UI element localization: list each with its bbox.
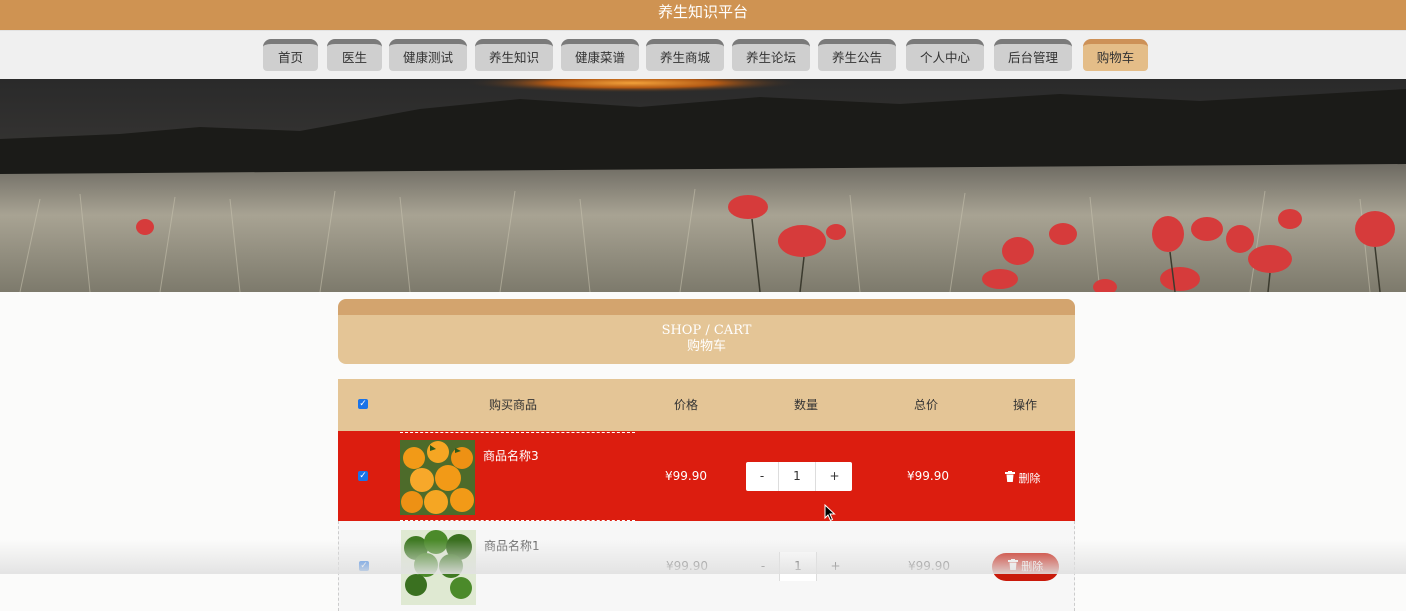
increase-quantity-button[interactable]: + <box>816 552 854 581</box>
nav-item-admin[interactable]: 后台管理 <box>994 39 1072 71</box>
delete-label: 删除 <box>1018 472 1041 485</box>
site-title: 养生知识平台 <box>657 3 748 21</box>
nav-item-recipes[interactable]: 健康菜谱 <box>561 39 639 71</box>
nav-item-profile[interactable]: 个人中心 <box>906 39 984 71</box>
orange-fruit-image <box>400 440 475 515</box>
quantity-value[interactable]: 1 <box>780 552 816 581</box>
delete-button[interactable]: 删除 <box>992 553 1059 581</box>
cart-title-panel: SHOP / CART 购物车 <box>338 299 1075 364</box>
nav-item-doctor[interactable]: 医生 <box>327 39 382 71</box>
col-quantity: 数量 <box>793 398 818 412</box>
cart-title-cn: 购物车 <box>686 339 726 354</box>
trash-icon <box>1005 471 1019 485</box>
nav-item-cart[interactable]: 购物车 <box>1083 39 1148 71</box>
nav-item-announcements[interactable]: 养生公告 <box>818 39 896 71</box>
row-checkbox[interactable]: ✓ <box>358 471 368 481</box>
col-total: 总价 <box>913 398 938 412</box>
product-price: ¥99.90 <box>666 559 708 573</box>
nav-item-mall[interactable]: 养生商城 <box>646 39 724 71</box>
col-product: 购买商品 <box>488 398 537 412</box>
delete-label: 删除 <box>1021 560 1044 573</box>
row-divider <box>400 432 635 433</box>
product-total: ¥99.90 <box>908 559 950 573</box>
decrease-quantity-button[interactable]: - <box>747 552 780 581</box>
nav-item-health-test[interactable]: 健康测试 <box>389 39 467 71</box>
product-name[interactable]: 商品名称3 <box>483 447 539 464</box>
broccoli-image <box>401 530 476 605</box>
select-all-checkbox[interactable]: ✓ <box>358 399 368 409</box>
row-checkbox[interactable]: ✓ <box>359 561 369 571</box>
quantity-value[interactable]: 1 <box>779 462 815 491</box>
col-price: 价格 <box>673 398 698 412</box>
hero-banner <box>0 79 1406 292</box>
product-thumbnail[interactable] <box>400 440 475 515</box>
site-header: 养生知识平台 <box>0 0 1406 30</box>
quantity-stepper: - 1 + <box>747 552 853 581</box>
poppy-field-image <box>0 79 1406 292</box>
product-name[interactable]: 商品名称1 <box>484 537 540 554</box>
col-action: 操作 <box>1012 398 1037 412</box>
trash-icon <box>1007 559 1022 573</box>
nav-item-forum[interactable]: 养生论坛 <box>732 39 810 71</box>
decrease-quantity-button[interactable]: - <box>746 462 779 491</box>
product-total: ¥99.90 <box>907 469 949 483</box>
main-nav: 首页 医生 健康测试 养生知识 健康菜谱 养生商城 养生论坛 养生公告 个人中心… <box>0 30 1406 80</box>
nav-item-home[interactable]: 首页 <box>263 39 318 71</box>
product-thumbnail[interactable] <box>401 530 476 605</box>
product-price: ¥99.90 <box>665 469 707 483</box>
increase-quantity-button[interactable]: + <box>815 462 853 491</box>
table-row: ✓ 商品名称1 ¥99.90 - 1 + ¥99.90 删除 <box>338 521 1075 611</box>
quantity-stepper: - 1 + <box>746 462 852 491</box>
delete-button[interactable]: 删除 <box>1005 470 1041 486</box>
mouse-cursor-icon <box>824 503 836 526</box>
table-row: ✓ 商品名称3 ¥99.90 - 1 + ¥99.90 删除 <box>338 431 1075 521</box>
cart-title-en: SHOP / CART <box>661 323 752 338</box>
cart-table-header: ✓ 购买商品 价格 数量 总价 操作 <box>338 379 1075 431</box>
nav-item-health-knowledge[interactable]: 养生知识 <box>475 39 553 71</box>
